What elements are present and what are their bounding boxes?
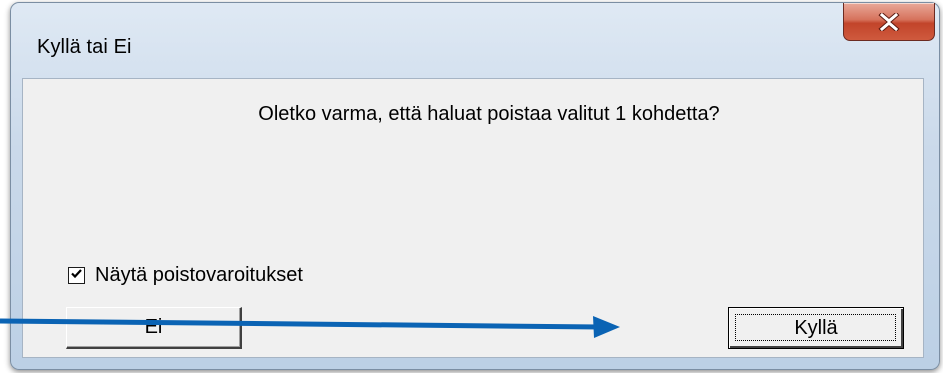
dialog-window: Kyllä tai Ei Oletko varma, että haluat p… <box>10 2 940 370</box>
window-title: Kyllä tai Ei <box>37 36 132 58</box>
no-button-label: Ei <box>144 316 163 338</box>
checkmark-icon <box>70 267 83 285</box>
no-button[interactable]: Ei <box>66 307 242 349</box>
close-button[interactable] <box>843 3 935 41</box>
message-text: Oletko varma, että haluat poistaa valitu… <box>258 103 720 125</box>
confirmation-message: Oletko varma, että haluat poistaa valitu… <box>23 103 923 126</box>
show-warnings-label[interactable]: Näytä poistovaroitukset <box>95 264 303 287</box>
close-icon <box>878 12 900 31</box>
screenshot-stage: Kyllä tai Ei Oletko varma, että haluat p… <box>0 0 943 373</box>
show-warnings-option[interactable]: Näytä poistovaroitukset <box>68 264 303 287</box>
yes-button-label: Kyllä <box>794 316 838 339</box>
show-warnings-checkbox[interactable] <box>68 267 85 284</box>
title-bar[interactable]: Kyllä tai Ei <box>11 3 939 79</box>
dialog-body: Oletko varma, että haluat poistaa valitu… <box>22 78 924 358</box>
yes-button[interactable]: Kyllä <box>728 307 904 349</box>
